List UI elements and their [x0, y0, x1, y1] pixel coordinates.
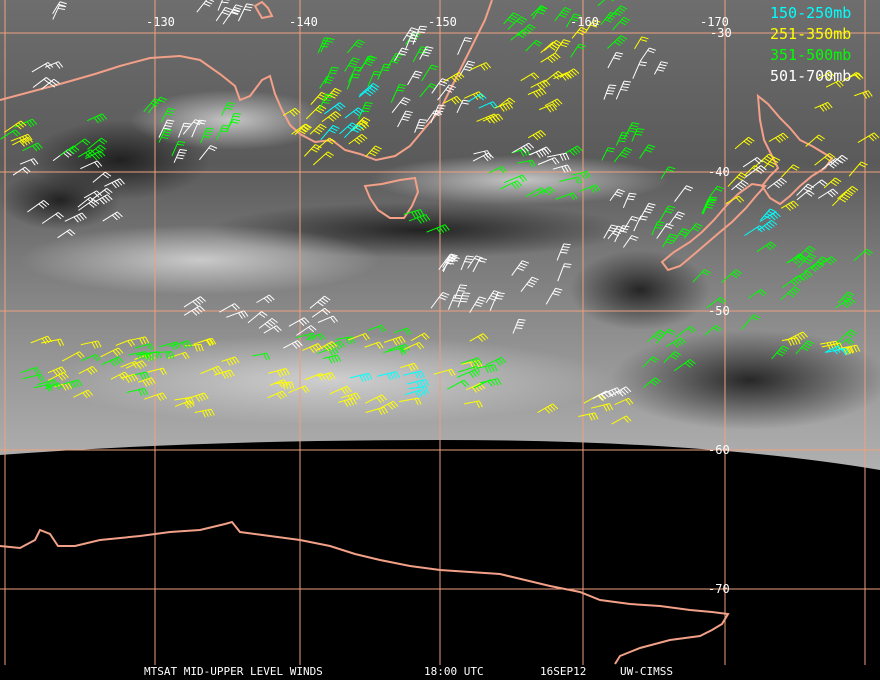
- product-name: MTSAT MID-UPPER LEVEL WINDS: [144, 665, 323, 678]
- latitude-label: -40: [708, 165, 730, 179]
- longitude-label: -130: [146, 15, 175, 29]
- wind-barb-flag: [232, 115, 240, 118]
- satellite-map: -130 -140 -150 -160 -170 -30 -40 -50 -60…: [0, 0, 880, 680]
- latitude-label: -30: [710, 26, 732, 40]
- observation-time: 18:00 UTC: [424, 665, 484, 678]
- latitude-label: -70: [708, 582, 730, 596]
- legend-item-351-500mb: 351-500mb: [770, 46, 852, 64]
- legend-item-150-250mb: 150-250mb: [770, 4, 852, 22]
- longitude-label: -150: [428, 15, 457, 29]
- longitude-label: -160: [570, 15, 599, 29]
- wind-barb-flag: [463, 292, 471, 294]
- map-canvas: [0, 0, 880, 665]
- wind-barb-flag: [460, 300, 468, 303]
- legend-item-501-700mb: 501-700mb: [770, 67, 852, 85]
- wind-barb-flag: [606, 92, 614, 95]
- wind-barb-flag: [608, 87, 616, 89]
- wind-barb-flag: [607, 90, 615, 92]
- wind-barb-flag: [461, 297, 469, 300]
- image-caption: MTSAT MID-UPPER LEVEL WINDS 18:00 UTC 16…: [0, 665, 880, 680]
- legend-item-251-350mb: 251-350mb: [770, 25, 852, 43]
- latitude-label: -50: [708, 304, 730, 318]
- wind-barb-flag: [233, 112, 241, 115]
- wind-barb-flag: [609, 84, 617, 87]
- latitude-label: -60: [708, 443, 730, 457]
- observation-date: 16SEP12: [540, 665, 587, 678]
- producer-credit: UW-CIMSS: [620, 665, 673, 678]
- longitude-label: -140: [289, 15, 318, 29]
- wind-barb-flag: [462, 295, 470, 297]
